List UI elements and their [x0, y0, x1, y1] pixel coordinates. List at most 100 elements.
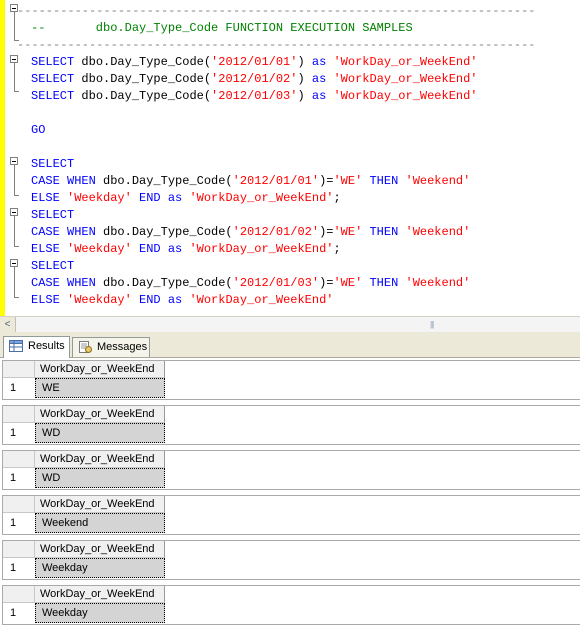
row-number[interactable]: 1	[3, 423, 35, 443]
grid-corner[interactable]	[3, 406, 35, 423]
grid-corner[interactable]	[3, 496, 35, 513]
outline-line	[14, 267, 15, 297]
grid-corner[interactable]	[3, 451, 35, 468]
code-line[interactable]: SELECT	[31, 258, 74, 275]
keyword-token: ELSE	[31, 191, 68, 205]
outline-line	[14, 12, 15, 40]
scroll-left-button[interactable]: <	[0, 317, 16, 332]
grid-corner[interactable]	[3, 541, 35, 558]
code-line[interactable]: SELECT	[31, 207, 74, 224]
code-line[interactable]: SELECT dbo.Day_Type_Code('2012/01/02') a…	[31, 71, 478, 88]
string-token: 'WorkDay_or_WeekEnd'	[189, 293, 334, 307]
string-token: 'WorkDay_or_WeekEnd'	[333, 55, 478, 69]
code-line[interactable]: ELSE 'Weekday' END as 'WorkDay_or_WeekEn…	[31, 292, 333, 309]
string-token: '2012/01/01'	[232, 174, 320, 188]
keyword-token: SELECT	[31, 259, 75, 273]
code-line[interactable]: SELECT	[31, 156, 74, 173]
query-editor[interactable]: ----------------------------------------…	[0, 0, 580, 316]
row-number[interactable]: 1	[3, 378, 35, 398]
column-header[interactable]: WorkDay_or_WeekEnd	[35, 586, 165, 603]
keyword-token: END as	[139, 293, 190, 307]
identifier-token: dbo.Day_Type_Code(	[81, 55, 212, 69]
result-cell[interactable]: WD	[35, 423, 165, 443]
code-line[interactable]: CASE WHEN dbo.Day_Type_Code('2012/01/03'…	[31, 275, 470, 292]
collapse-icon[interactable]	[10, 4, 18, 12]
result-cell[interactable]: Weekday	[35, 603, 165, 623]
identifier-token: dbo.Day_Type_Code(	[81, 89, 212, 103]
result-grid[interactable]: WorkDay_or_WeekEnd 1 Weekend	[0, 493, 580, 538]
tab-messages[interactable]: Messages	[72, 337, 150, 357]
string-token: '2012/01/03'	[211, 89, 298, 103]
results-tab-bar: Results Messages	[0, 332, 580, 358]
string-token: 'Weekend'	[405, 276, 471, 290]
string-token: 'Weekend'	[405, 225, 471, 239]
keyword-token: as	[311, 55, 334, 69]
outline-line	[14, 165, 15, 195]
row-number[interactable]: 1	[3, 468, 35, 488]
collapse-icon[interactable]	[10, 157, 18, 165]
string-token: 'WorkDay_or_WeekEnd'	[189, 191, 334, 205]
result-grid[interactable]: WorkDay_or_WeekEnd 1 Weekday	[0, 583, 580, 628]
code-line[interactable]: ----------------------------------------…	[17, 37, 535, 54]
code-line[interactable]: GO	[31, 122, 45, 139]
grid-icon	[9, 340, 23, 352]
result-grid[interactable]: WorkDay_or_WeekEnd 1 WE	[0, 358, 580, 403]
collapse-icon[interactable]	[10, 259, 18, 267]
collapse-icon[interactable]	[10, 55, 18, 63]
outline-line	[14, 63, 15, 91]
separator-comment-token: ----------------------------------------…	[17, 38, 536, 52]
result-cell[interactable]: Weekend	[35, 513, 165, 533]
string-token: '2012/01/03'	[232, 276, 320, 290]
string-token: 'WorkDay_or_WeekEnd'	[333, 89, 478, 103]
column-header[interactable]: WorkDay_or_WeekEnd	[35, 406, 165, 423]
row-number[interactable]: 1	[3, 558, 35, 578]
code-line[interactable]: SELECT dbo.Day_Type_Code('2012/01/01') a…	[31, 54, 478, 71]
column-header[interactable]: WorkDay_or_WeekEnd	[35, 541, 165, 558]
code-line[interactable]: ELSE 'Weekday' END as 'WorkDay_or_WeekEn…	[31, 190, 341, 207]
identifier-token: ;	[333, 242, 341, 256]
string-token: 'WorkDay_or_WeekEnd'	[333, 72, 478, 86]
row-number[interactable]: 1	[3, 603, 35, 623]
column-header[interactable]: WorkDay_or_WeekEnd	[35, 361, 165, 378]
code-line[interactable]: ELSE 'Weekday' END as 'WorkDay_or_WeekEn…	[31, 241, 341, 258]
string-token: 'WorkDay_or_WeekEnd'	[189, 242, 334, 256]
tab-results[interactable]: Results	[3, 336, 70, 358]
outline-line	[14, 216, 15, 246]
result-grid[interactable]: WorkDay_or_WeekEnd 1 WD	[0, 448, 580, 493]
identifier-token: )	[297, 72, 312, 86]
result-cell[interactable]: WE	[35, 378, 165, 398]
messages-icon	[79, 341, 92, 353]
code-line[interactable]: CASE WHEN dbo.Day_Type_Code('2012/01/02'…	[31, 224, 470, 241]
grid-corner[interactable]	[3, 361, 35, 378]
scroll-grip-icon[interactable]: |||	[430, 320, 434, 329]
keyword-token: SELECT	[31, 55, 82, 69]
code-line[interactable]: -- dbo.Day_Type_Code FUNCTION EXECUTION …	[31, 20, 413, 37]
keyword-token: SELECT	[31, 208, 75, 222]
horizontal-scrollbar[interactable]: < |||	[0, 316, 580, 332]
code-line[interactable]: SELECT dbo.Day_Type_Code('2012/01/03') a…	[31, 88, 478, 105]
code-line[interactable]: CASE WHEN dbo.Day_Type_Code('2012/01/01'…	[31, 173, 470, 190]
result-grid[interactable]: WorkDay_or_WeekEnd 1 Weekday	[0, 538, 580, 583]
grid-corner[interactable]	[3, 586, 35, 603]
code-line[interactable]: ----------------------------------------…	[17, 3, 535, 20]
keyword-token: as	[311, 72, 334, 86]
column-header[interactable]: WorkDay_or_WeekEnd	[35, 496, 165, 513]
keyword-token: as	[311, 89, 334, 103]
identifier-token: )=	[319, 174, 334, 188]
result-grid[interactable]: WorkDay_or_WeekEnd 1 WD	[0, 403, 580, 448]
collapse-icon[interactable]	[10, 208, 18, 216]
keyword-token: THEN	[369, 225, 406, 239]
outline-end	[14, 246, 19, 247]
outline-end	[14, 91, 19, 92]
row-number[interactable]: 1	[3, 513, 35, 533]
identifier-token: dbo.Day_Type_Code(	[103, 225, 233, 239]
result-cell[interactable]: WD	[35, 468, 165, 488]
tab-results-label: Results	[28, 340, 65, 352]
column-header[interactable]: WorkDay_or_WeekEnd	[35, 451, 165, 468]
keyword-token: ELSE	[31, 242, 68, 256]
string-token: 'WE'	[333, 225, 370, 239]
tab-messages-label: Messages	[97, 341, 148, 353]
result-cell[interactable]: Weekday	[35, 558, 165, 578]
string-token: 'WE'	[333, 174, 370, 188]
string-token: 'WE'	[333, 276, 370, 290]
